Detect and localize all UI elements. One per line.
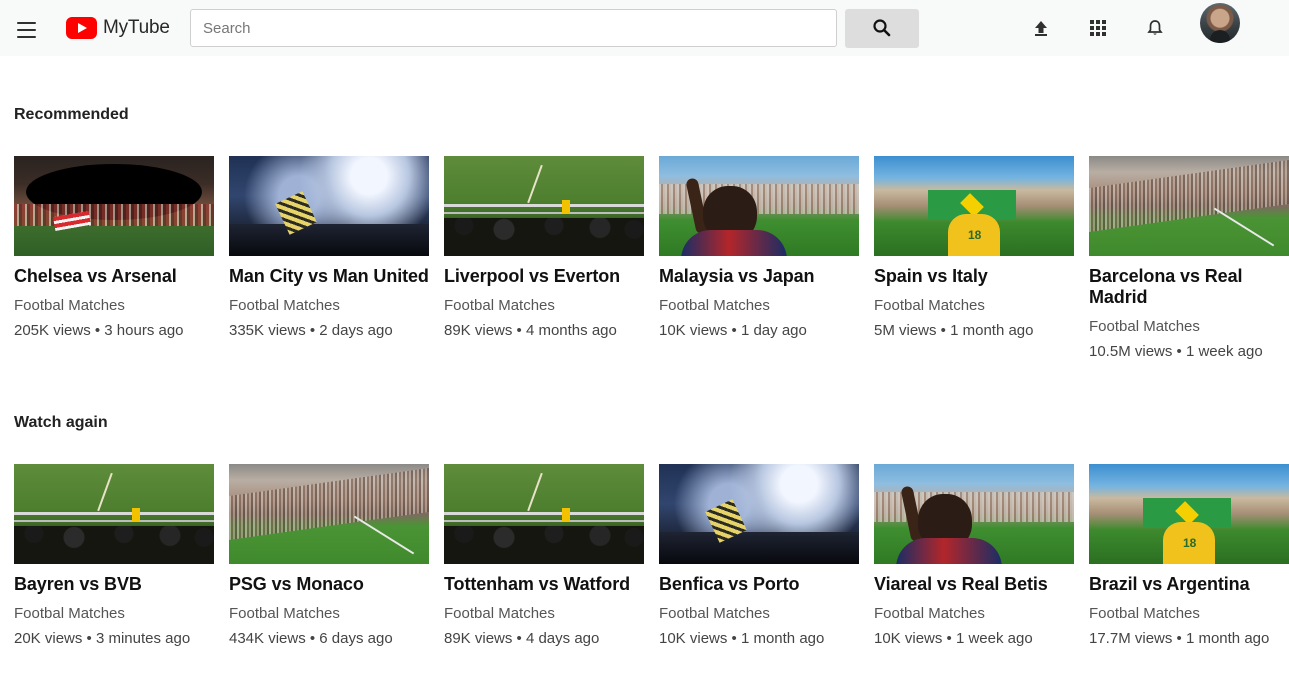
video-title[interactable]: Tottenham vs Watford [444,574,644,595]
app-name: MyTube [103,17,170,38]
channel-name[interactable]: Footbal Matches [659,604,859,624]
video-thumbnail[interactable] [14,156,214,256]
play-logo-icon [66,17,97,39]
video-meta: 89K views • 4 days ago [444,630,600,647]
video-thumbnail[interactable] [14,464,214,564]
video-meta: 5M views • 1 month ago [874,322,1034,339]
avatar[interactable] [1200,3,1240,43]
channel-name[interactable]: Footbal Matches [14,604,214,624]
video-title[interactable]: Man City vs Man United [229,266,429,287]
video-card[interactable]: Man City vs Man United Footbal Matches 3… [229,156,429,341]
channel-name[interactable]: Footbal Matches [444,604,644,624]
video-meta: 10K views • 1 month ago [659,630,825,647]
video-card[interactable]: Viareal vs Real Betis Footbal Matches 10… [874,464,1074,649]
video-thumbnail[interactable] [229,464,429,564]
section-title-recommended: Recommended [14,106,129,123]
video-thumbnail[interactable] [874,464,1074,564]
video-thumbnail[interactable] [229,156,429,256]
video-thumbnail[interactable] [659,156,859,256]
video-title[interactable]: Malaysia vs Japan [659,266,859,287]
video-meta: 10.5M views • 1 week ago [1089,343,1263,360]
notifications-button[interactable] [1139,12,1171,44]
video-card[interactable]: 18 Spain vs Italy Footbal Matches 5M vie… [874,156,1074,341]
video-thumbnail[interactable] [659,464,859,564]
video-title[interactable]: Bayren vs BVB [14,574,214,595]
video-meta: 205K views • 3 hours ago [14,322,184,339]
bell-icon [1147,20,1163,35]
channel-name[interactable]: Footbal Matches [229,604,429,624]
video-card[interactable]: Barcelona vs Real Madrid Footbal Matches… [1089,156,1289,362]
top-bar: MyTube [0,0,1289,56]
video-title[interactable]: Brazil vs Argentina [1089,574,1289,595]
channel-name[interactable]: Footbal Matches [1089,317,1289,337]
channel-name[interactable]: Footbal Matches [874,604,1074,624]
menu-icon[interactable] [10,12,42,44]
video-meta: 17.7M views • 1 month ago [1089,630,1270,647]
video-card[interactable]: Tottenham vs Watford Footbal Matches 89K… [444,464,644,649]
section-title-watch-again: Watch again [14,414,108,431]
video-thumbnail[interactable] [444,464,644,564]
channel-name[interactable]: Footbal Matches [444,296,644,316]
video-card[interactable]: Bayren vs BVB Footbal Matches 20K views … [14,464,214,649]
video-title[interactable]: Viareal vs Real Betis [874,574,1074,595]
video-card[interactable]: Liverpool vs Everton Footbal Matches 89K… [444,156,644,341]
video-meta: 89K views • 4 months ago [444,322,617,339]
video-meta: 434K views • 6 days ago [229,630,393,647]
channel-name[interactable]: Footbal Matches [229,296,429,316]
apps-icon [1090,20,1106,36]
video-title[interactable]: Barcelona vs Real Madrid [1089,266,1289,308]
video-title[interactable]: Liverpool vs Everton [444,266,644,287]
video-card[interactable]: 18 Brazil vs Argentina Footbal Matches 1… [1089,464,1289,649]
upload-button[interactable] [1025,12,1057,44]
video-meta: 20K views • 3 minutes ago [14,630,191,647]
channel-name[interactable]: Footbal Matches [874,296,1074,316]
video-meta: 10K views • 1 day ago [659,322,807,339]
video-title[interactable]: Chelsea vs Arsenal [14,266,214,287]
video-title[interactable]: PSG vs Monaco [229,574,429,595]
channel-name[interactable]: Footbal Matches [659,296,859,316]
video-thumbnail[interactable]: 18 [1089,464,1289,564]
upload-icon [1035,21,1047,36]
video-title[interactable]: Benfica vs Porto [659,574,859,595]
channel-name[interactable]: Footbal Matches [14,296,214,316]
search-button[interactable] [845,9,919,48]
video-thumbnail[interactable] [444,156,644,256]
video-card[interactable]: Chelsea vs Arsenal Footbal Matches 205K … [14,156,214,341]
video-meta: 10K views • 1 week ago [874,630,1033,647]
search-input[interactable] [190,9,837,47]
search-icon [873,19,891,37]
apps-button[interactable] [1082,12,1114,44]
video-card[interactable]: PSG vs Monaco Footbal Matches 434K views… [229,464,429,649]
channel-name[interactable]: Footbal Matches [1089,604,1289,624]
video-thumbnail[interactable] [1089,156,1289,256]
video-card[interactable]: Benfica vs Porto Footbal Matches 10K vie… [659,464,859,649]
video-card[interactable]: Malaysia vs Japan Footbal Matches 10K vi… [659,156,859,341]
video-title[interactable]: Spain vs Italy [874,266,1074,287]
logo[interactable]: MyTube [66,15,170,41]
video-meta: 335K views • 2 days ago [229,322,393,339]
video-thumbnail[interactable]: 18 [874,156,1074,256]
